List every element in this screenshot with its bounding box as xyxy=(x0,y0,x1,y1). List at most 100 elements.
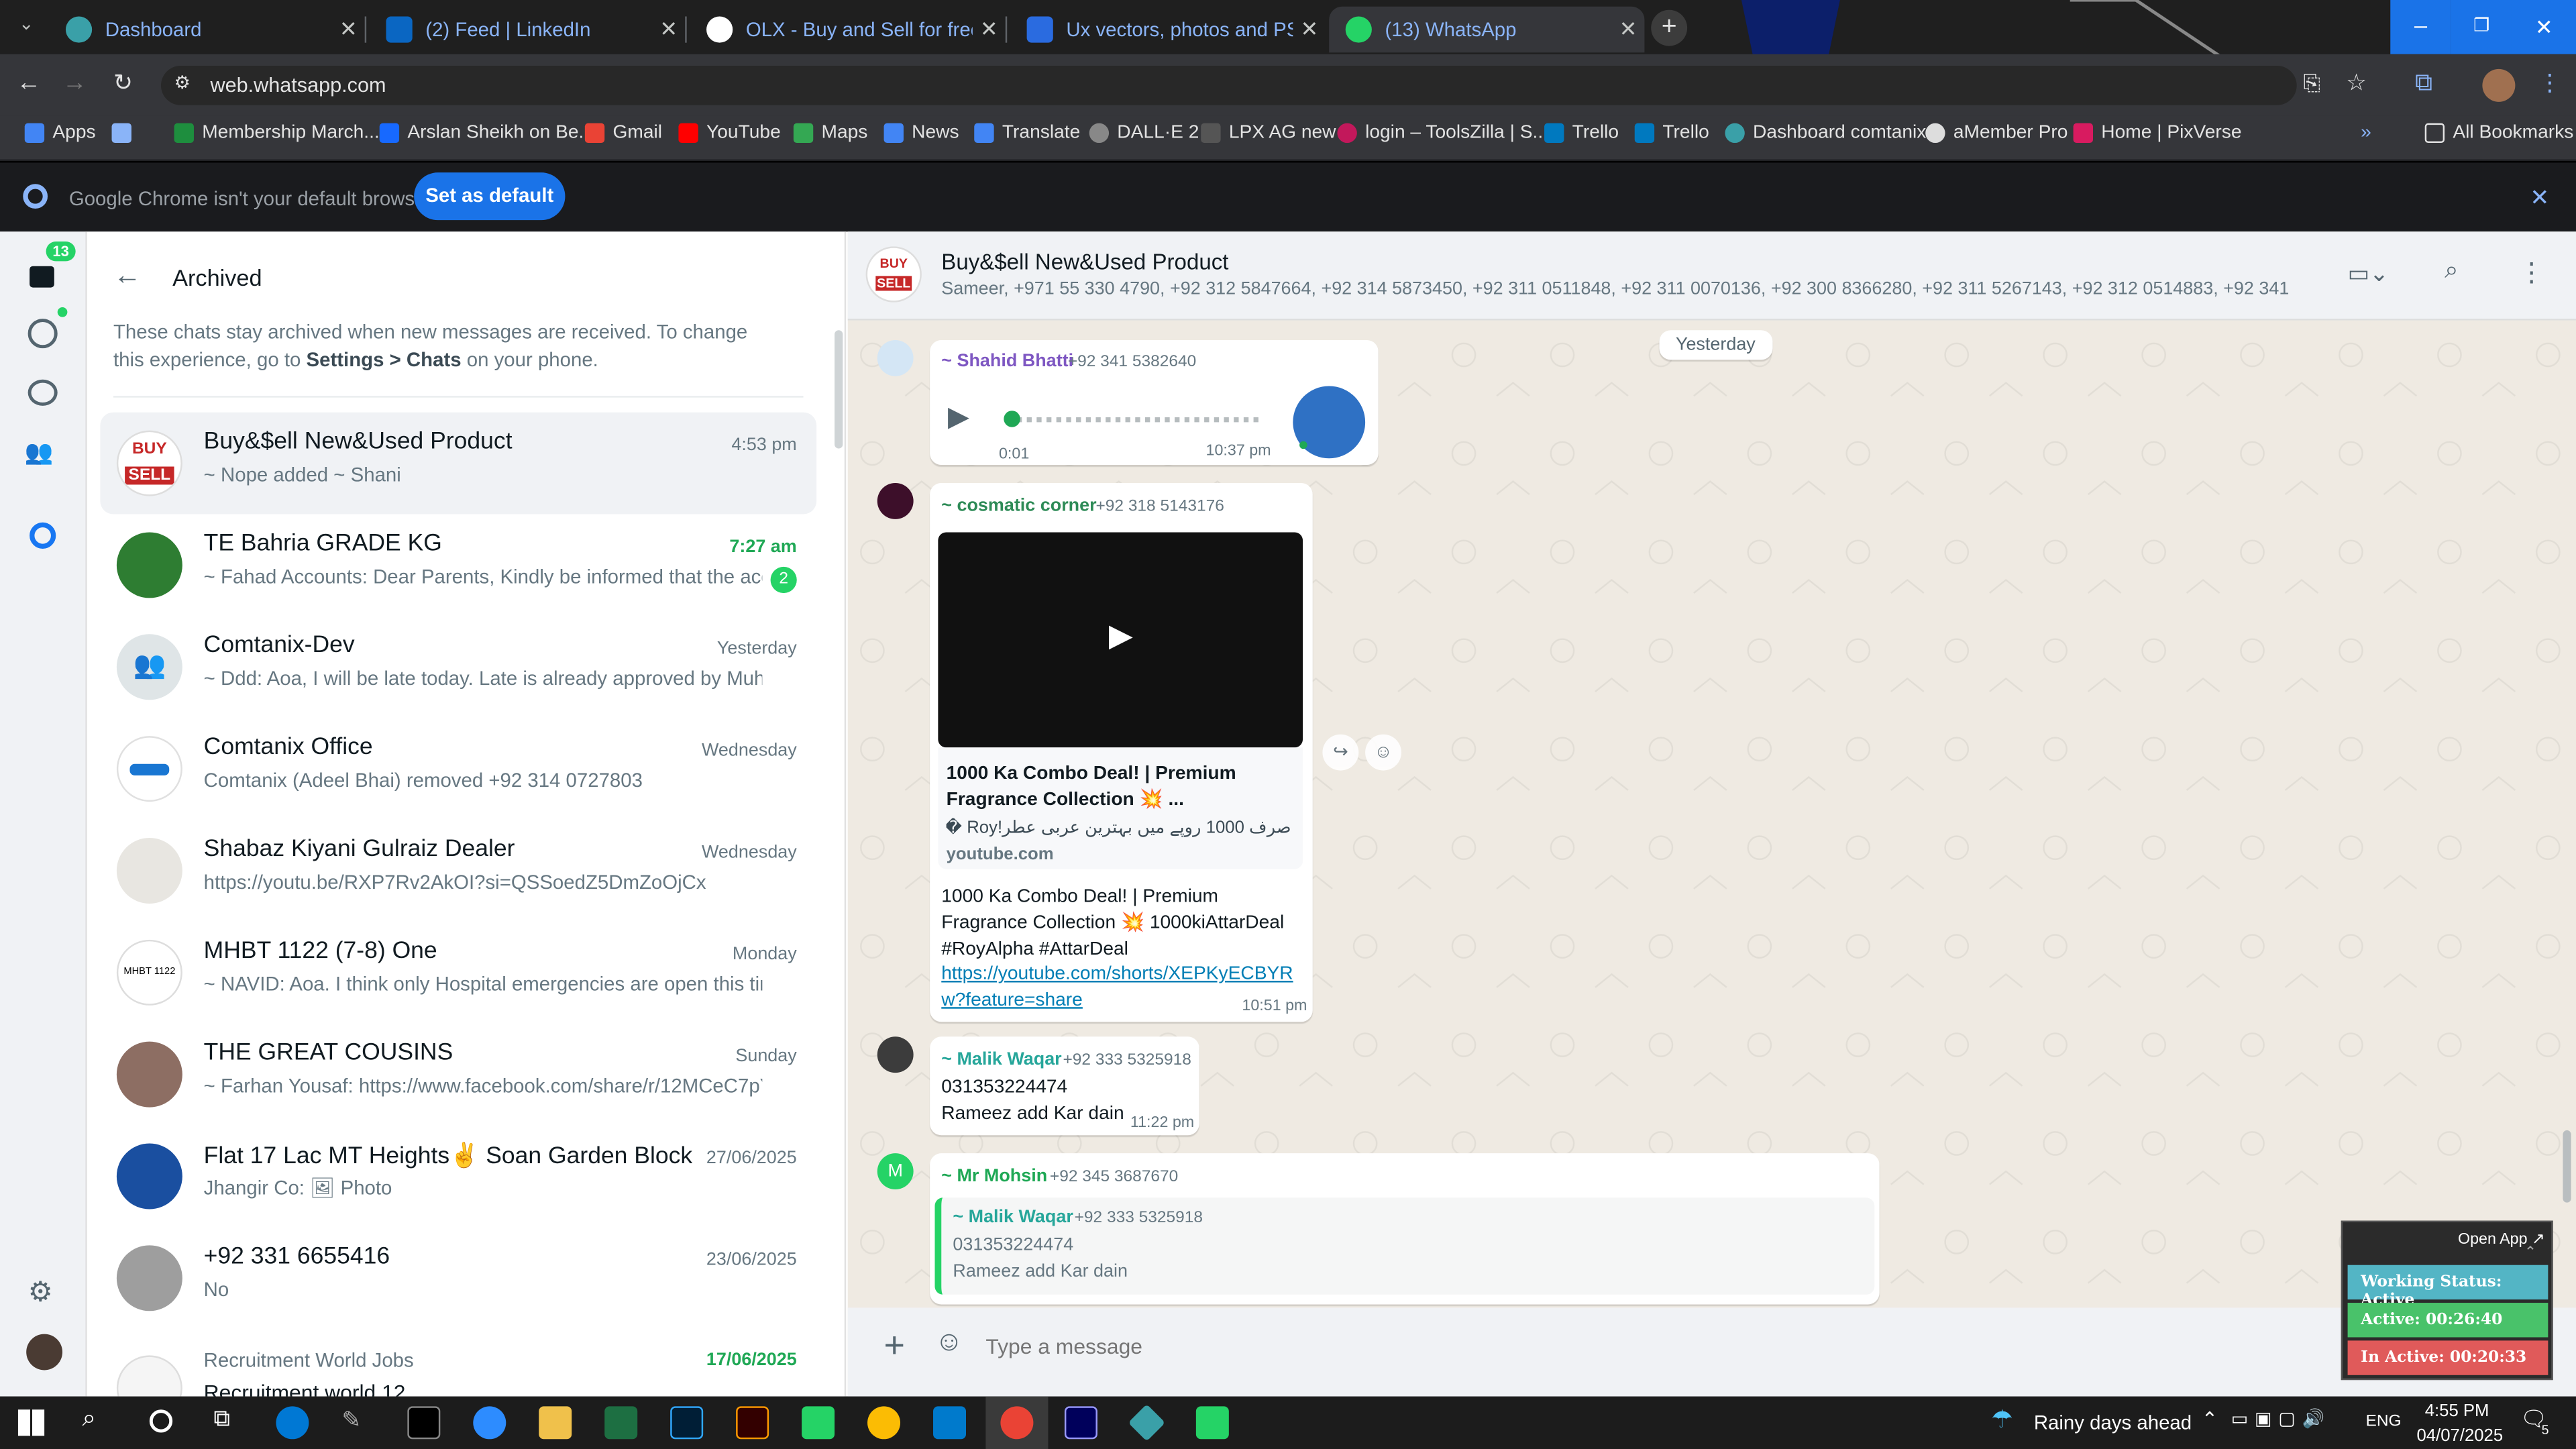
terminal-taskbar-icon[interactable] xyxy=(407,1406,441,1440)
extensions-icon[interactable]: ⧉ xyxy=(2415,69,2432,97)
forward-icon[interactable]: → xyxy=(62,69,87,97)
close-tab-icon[interactable]: ✕ xyxy=(973,16,1006,42)
communities-icon[interactable]: 👥 xyxy=(25,439,54,467)
new-tab-button[interactable]: + xyxy=(1651,9,1688,46)
sender-avatar[interactable] xyxy=(877,483,914,519)
bookmarks-overflow-icon[interactable]: » xyxy=(2361,123,2371,143)
bookmark-trello-1[interactable]: Trello xyxy=(1544,123,1619,144)
bookmark-lpx[interactable]: LPX AG new xyxy=(1201,123,1336,144)
sender-avatar[interactable] xyxy=(877,339,914,376)
status-icon[interactable] xyxy=(28,319,58,349)
language-indicator[interactable]: ENG xyxy=(2366,1413,2402,1431)
bookmark-gmail[interactable]: Gmail xyxy=(584,123,662,144)
meta-ai-icon[interactable] xyxy=(30,522,56,549)
search-taskbar-icon[interactable]: ⌕ xyxy=(82,1405,96,1433)
green-app-taskbar-icon[interactable] xyxy=(802,1406,835,1440)
video-thumbnail[interactable]: ▶ xyxy=(938,532,1303,748)
bookmark-membership[interactable]: Membership March... xyxy=(174,123,380,144)
quoted-message[interactable]: ~ Malik Waqar +92 333 5325918 0313532244… xyxy=(934,1197,1875,1295)
back-icon[interactable]: ← xyxy=(16,69,41,97)
conversation-header[interactable]: BUY SELL Buy&$ell New&Used Product Sameer… xyxy=(847,231,2576,321)
illustrator-taskbar-icon[interactable] xyxy=(736,1406,769,1440)
settings-icon[interactable]: ⚙ xyxy=(28,1277,53,1309)
profile-avatar[interactable] xyxy=(2482,68,2516,102)
bookmark-apps[interactable]: Apps xyxy=(24,123,96,144)
message-input[interactable] xyxy=(979,1320,2343,1371)
chat-item-great-cousins[interactable]: THE GREAT COUSINS Sunday ~ Farhan Yousaf… xyxy=(100,1024,816,1126)
file-explorer-taskbar-icon[interactable] xyxy=(539,1406,572,1440)
install-app-icon[interactable]: ⎘ xyxy=(2303,70,2320,97)
excel-taskbar-icon[interactable] xyxy=(604,1406,638,1440)
tray-icons[interactable]: ▭▣▢🔊 xyxy=(2231,1408,2331,1429)
chat-item-te-bahria[interactable]: TE Bahria GRADE KG 7:27 am ~ Fahad Accou… xyxy=(100,515,816,616)
sender-avatar[interactable] xyxy=(877,1036,914,1073)
start-icon[interactable] xyxy=(17,1409,45,1436)
close-tab-icon[interactable]: ✕ xyxy=(1293,16,1326,42)
clock-date[interactable]: 04/07/2025 xyxy=(2416,1426,2503,1446)
bookmark-star-icon[interactable]: ☆ xyxy=(2346,69,2367,97)
task-view-icon[interactable]: ⧉ xyxy=(213,1405,229,1433)
bookmark-arslan[interactable]: Arslan Sheikh on Be... xyxy=(379,123,594,144)
audio-waveform[interactable] xyxy=(1005,417,1258,423)
close-tab-icon[interactable]: ✕ xyxy=(652,16,685,42)
tab-vectors[interactable]: Ux vectors, photos and PSD files✕ xyxy=(1010,7,1326,53)
close-tab-icon[interactable]: ✕ xyxy=(332,16,365,42)
reload-icon[interactable]: ↻ xyxy=(113,69,133,97)
list-scrollbar[interactable] xyxy=(835,330,843,449)
zoom-taskbar-icon[interactable] xyxy=(473,1406,506,1440)
play-icon[interactable]: ▶ xyxy=(948,401,969,434)
omnibox[interactable]: ⚙ web.whatsapp.com ⎘ ☆ xyxy=(161,65,2367,105)
tab-dashboard[interactable]: Dashboard ✕ xyxy=(49,7,364,53)
weather-text[interactable]: Rainy days ahead xyxy=(2034,1411,2192,1434)
chat-item-phone-contact[interactable]: +92 331 6655416 23/06/2025 No xyxy=(100,1227,816,1329)
sender-name[interactable]: ~ Mr Mohsin xyxy=(941,1167,1047,1186)
sender-name[interactable]: ~ Malik Waqar xyxy=(941,1050,1061,1069)
premiere-taskbar-icon[interactable] xyxy=(1064,1406,1097,1440)
chat-item-mhbt[interactable]: MHBT 1122 MHBT 1122 (7-8) One Monday ~ N… xyxy=(100,922,816,1024)
sticker-emoji-icon[interactable]: ☺ xyxy=(934,1326,963,1358)
audio-progress-dot[interactable] xyxy=(1004,411,1020,427)
tab-olx[interactable]: OLX - Buy and Sell for free anywhere✕ xyxy=(690,7,1006,53)
vscode-taskbar-icon[interactable] xyxy=(933,1406,967,1440)
menu-icon[interactable]: ⋮ xyxy=(2518,256,2544,289)
chat-item-flat-17[interactable]: Flat 17 Lac MT Heights✌️ Soan Garden Blo… xyxy=(100,1126,816,1228)
close-infobar-icon[interactable]: ✕ xyxy=(2530,184,2549,212)
bookmark-dalle[interactable]: DALL·E 2 xyxy=(1089,123,1199,144)
forward-icon[interactable]: ↪ xyxy=(1322,734,1359,771)
set-as-default-button[interactable]: Set as default xyxy=(414,172,566,221)
attach-plus-icon[interactable]: + xyxy=(884,1324,905,1367)
chat-item-recruitment[interactable]: Recruitment World Jobs 17/06/2025 Recrui… xyxy=(100,1329,816,1397)
video-call-icon[interactable]: ▭⌄ xyxy=(2348,260,2389,288)
bookmark-toolszilla[interactable]: login – ToolsZilla | S... xyxy=(1337,123,1548,144)
sender-name[interactable]: ~ Shahid Bhatti xyxy=(941,352,1073,371)
profile-avatar[interactable] xyxy=(26,1334,63,1371)
bookmark-trello-2[interactable]: Trello xyxy=(1634,123,1709,144)
bookmark-pixverse[interactable]: Home | PixVerse xyxy=(2073,123,2241,144)
sender-name[interactable]: ~ cosmatic corner xyxy=(941,496,1096,516)
channels-icon[interactable] xyxy=(28,379,58,406)
whatsapp-taskbar-icon[interactable] xyxy=(1195,1406,1229,1440)
photoshop-taskbar-icon[interactable] xyxy=(670,1406,704,1440)
pen-taskbar-icon[interactable]: ✎ xyxy=(341,1406,374,1439)
bookmark-youtube[interactable]: YouTube xyxy=(678,123,781,144)
clock-time[interactable]: 4:55 PM xyxy=(2425,1401,2489,1421)
all-bookmarks[interactable]: All Bookmarks xyxy=(2424,123,2573,144)
apps-grid-icon[interactable] xyxy=(111,123,140,144)
edge-taskbar-icon[interactable] xyxy=(276,1406,309,1440)
chrome-taskbar-icon[interactable] xyxy=(867,1406,901,1440)
chrome-active-taskbar-icon[interactable] xyxy=(1000,1406,1034,1440)
collapse-icon[interactable]: ⌃ xyxy=(2524,1244,2536,1262)
chat-item-shabaz[interactable]: Shabaz Kiyani Gulraiz Dealer Wednesday h… xyxy=(100,820,816,922)
chat-item-comtanix-dev[interactable]: 👥 Comtanix-Dev Yesterday ~ Ddd: Aoa, I w… xyxy=(100,616,816,718)
react-emoji-icon[interactable]: ☺ xyxy=(1365,734,1401,771)
tab-linkedin[interactable]: (2) Feed | LinkedIn ✕ xyxy=(370,7,685,53)
tray-overflow-icon[interactable]: ⌃ xyxy=(2202,1408,2218,1431)
bookmark-maps[interactable]: Maps xyxy=(793,123,867,144)
sender-avatar-letter[interactable]: M xyxy=(877,1153,914,1190)
close-window-button[interactable]: ✕ xyxy=(2512,0,2576,54)
bookmark-translate[interactable]: Translate xyxy=(974,123,1080,144)
back-arrow-icon[interactable]: ← xyxy=(113,260,142,292)
search-icon[interactable]: ⌕ xyxy=(2445,256,2459,284)
chat-scrollbar[interactable] xyxy=(2563,1130,2571,1203)
minimize-button[interactable]: – xyxy=(2390,0,2451,54)
